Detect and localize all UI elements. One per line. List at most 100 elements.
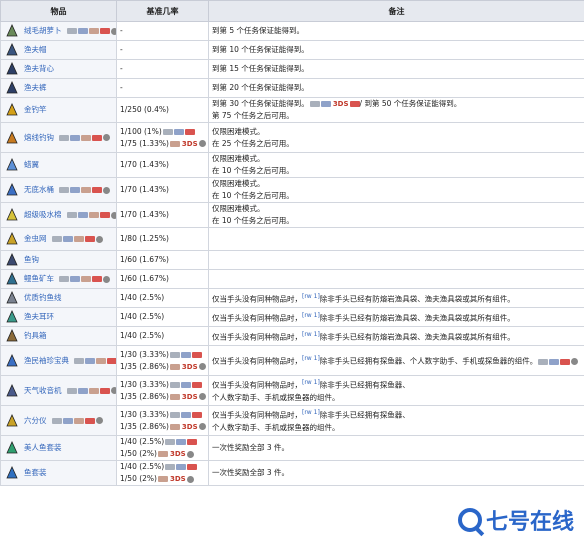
item-name-link[interactable]: 渔夫耳环 — [24, 311, 54, 323]
chance-value: - — [120, 64, 123, 73]
note-text-extra: 除非手头已经拥有探鱼器、个人数字助手、手机或探鱼器的组件。 — [319, 356, 538, 366]
carrot-icon — [6, 24, 18, 37]
item-cell: 绒毛胡萝卜 — [0, 21, 117, 41]
chance-value: 1/30 (3.33%) — [120, 409, 169, 419]
item-name-link[interactable]: 超级吸水棉 — [24, 209, 62, 221]
item-cell: 渔夫耳环 — [0, 307, 117, 327]
chance-cell: - — [116, 21, 209, 41]
3ds-platform-icon: 3DS — [181, 392, 198, 401]
item-cell: 无底水桶 — [0, 177, 117, 203]
item-name-link[interactable]: 金钓竿 — [24, 104, 47, 116]
note-text-second: 在 10 个任务之后可用。 — [212, 216, 294, 225]
chance-cell: 1/70 (1.43%) — [116, 202, 209, 228]
switch-platform-icon — [84, 236, 95, 242]
item-name-link[interactable]: 金虫网 — [24, 233, 47, 245]
tmodloader-icon — [95, 417, 103, 424]
item-name-link[interactable]: 鱼套装 — [24, 467, 47, 479]
item-wrap: 天气收音机 — [4, 383, 116, 399]
reference-link[interactable]: [rw 1] — [302, 331, 320, 338]
item-name-link[interactable]: 蜡翼 — [24, 159, 39, 171]
chance-cell: 1/40 (2.5%) — [116, 288, 209, 308]
item-name-link[interactable]: 天气收音机 — [24, 385, 62, 397]
note-text: 仅限困难模式。 — [212, 204, 265, 213]
item-name-link[interactable]: 鳗鱼矿车 — [24, 273, 54, 285]
reference-link[interactable]: [rw 1] — [302, 312, 320, 319]
note-text: 到第 5 个任务保证能得到。 — [212, 26, 305, 35]
chance-line: 1/50 (2%) 3DS — [120, 448, 205, 460]
tmodloader-icon — [103, 134, 110, 141]
chance-value-alt: 1/35 (2.86%) — [120, 421, 169, 431]
switch-platform-icon — [99, 28, 110, 34]
chance-value: 1/40 (2.5%) — [120, 437, 165, 446]
switch-platform-icon — [99, 212, 110, 218]
note-cell: 仅限困难模式。在 10 个任务之后可用。 — [208, 202, 584, 228]
item-name-link[interactable]: 鱼钩 — [24, 254, 39, 266]
tmodloader-icon — [103, 275, 110, 283]
reference-link[interactable]: [rw 1] — [302, 379, 320, 386]
switch-platform-icon — [191, 411, 202, 418]
note-text-second: 在 10 个任务之后可用。 — [212, 166, 294, 175]
item-name-link[interactable]: 熔线钓钩 — [24, 132, 54, 144]
table-row: 鱼钩 1/60 (1.67%) — [0, 250, 584, 270]
header-note: 备注 — [208, 0, 584, 22]
switch-platform-icon — [99, 387, 110, 394]
rewards-table: 物品 基准几率 备注 绒毛胡萝卜 - 到第 5 个任务保证能得到。 渔夫帽 - 到第 10… — [0, 0, 584, 486]
chance-platforms: 3DS — [169, 392, 206, 401]
item-name-link[interactable]: 绒毛胡萝卜 — [24, 25, 62, 37]
reference-link[interactable]: [rw 1] — [302, 355, 320, 362]
note-cell: 仅当手头没有同种物品时，[rw 1]除非手头已经有防熔岩渔具袋、渔夫渔具袋或其所… — [208, 288, 584, 308]
switch-platform-icon — [349, 101, 360, 107]
note-line: 仅限困难模式。 — [212, 204, 581, 216]
note-text-extra: 除非手头已经拥有探鱼器、 — [319, 410, 410, 420]
note-text-extra: 除非手头已经拥有探鱼器、 — [319, 380, 410, 390]
item-name-link[interactable]: 渔夫帽 — [24, 44, 47, 56]
header-chance: 基准几率 — [116, 0, 209, 22]
item-name-link[interactable]: 渔夫裤 — [24, 82, 47, 94]
pc-platform-icon — [169, 411, 180, 418]
item-wrap: 渔夫背心 — [4, 61, 113, 77]
vest-icon — [6, 62, 18, 75]
table-row: 渔夫背心 - 到第 15 个任务保证能得到。 — [0, 59, 584, 79]
chance-value: 1/40 (2.5%) — [120, 462, 165, 471]
note-line: 一次性奖励全部 3 件。 — [212, 467, 581, 479]
item-name-link[interactable]: 美人鱼套装 — [24, 442, 62, 454]
sponge-icon — [6, 208, 18, 221]
chance-value: 1/30 (3.33%) — [120, 349, 169, 359]
chance-cell: - — [116, 78, 209, 98]
item-cell: 熔线钓钩 — [0, 122, 117, 153]
chance-value: - — [120, 26, 123, 35]
note-line: 到第 15 个任务保证能得到。 — [212, 63, 581, 75]
item-name-link[interactable]: 无底水桶 — [24, 184, 54, 196]
item-name-link[interactable]: 优质钓鱼线 — [24, 292, 62, 304]
hat-icon — [6, 43, 18, 56]
table-row: 天气收音机 1/30 (3.33%) 1/35 (2.86%) 3DS 仅当手头没有同种… — [0, 375, 584, 406]
table-row: 超级吸水棉 1/70 (1.43%) 仅限困难模式。在 10 个任务之后可用。 — [0, 202, 584, 228]
item-platforms — [51, 415, 103, 427]
item-wrap: 无底水桶 — [4, 182, 113, 198]
switch-platform-icon — [187, 439, 198, 445]
chance-cell: 1/30 (3.33%) 1/35 (2.86%) 3DS — [116, 375, 209, 406]
chance-line: - — [120, 63, 205, 75]
mobile-platform-icon — [157, 451, 168, 457]
chance-platforms — [162, 127, 195, 136]
mobile-platform-icon — [73, 236, 84, 242]
item-cell: 渔夫背心 — [0, 59, 117, 79]
item-name-link[interactable]: 渔夫背心 — [24, 63, 54, 75]
fish-hook-icon — [6, 253, 18, 266]
item-name-link[interactable]: 钓具箱 — [24, 330, 47, 342]
reference-link[interactable]: [rw 1] — [302, 409, 320, 416]
pc-platform-icon — [169, 381, 180, 388]
mobile-platform-icon — [157, 476, 168, 482]
radio-icon — [6, 383, 18, 396]
item-wrap: 渔民袖珍宝典 — [4, 353, 116, 369]
item-name-link[interactable]: 六分仪 — [24, 415, 47, 427]
item-wrap: 熔线钓钩 — [4, 130, 113, 146]
console-platform-icon — [62, 417, 73, 424]
item-cell: 鱼套装 — [0, 460, 117, 486]
chance-line: - — [120, 44, 205, 56]
chance-value: 1/80 (1.25%) — [120, 234, 169, 243]
chance-cell: 1/70 (1.43%) — [116, 152, 209, 178]
item-name-link[interactable]: 渔民袖珍宝典 — [24, 355, 69, 367]
reference-link[interactable]: [rw 1] — [302, 293, 320, 300]
chance-value-alt: 1/35 (2.86%) — [120, 391, 169, 401]
